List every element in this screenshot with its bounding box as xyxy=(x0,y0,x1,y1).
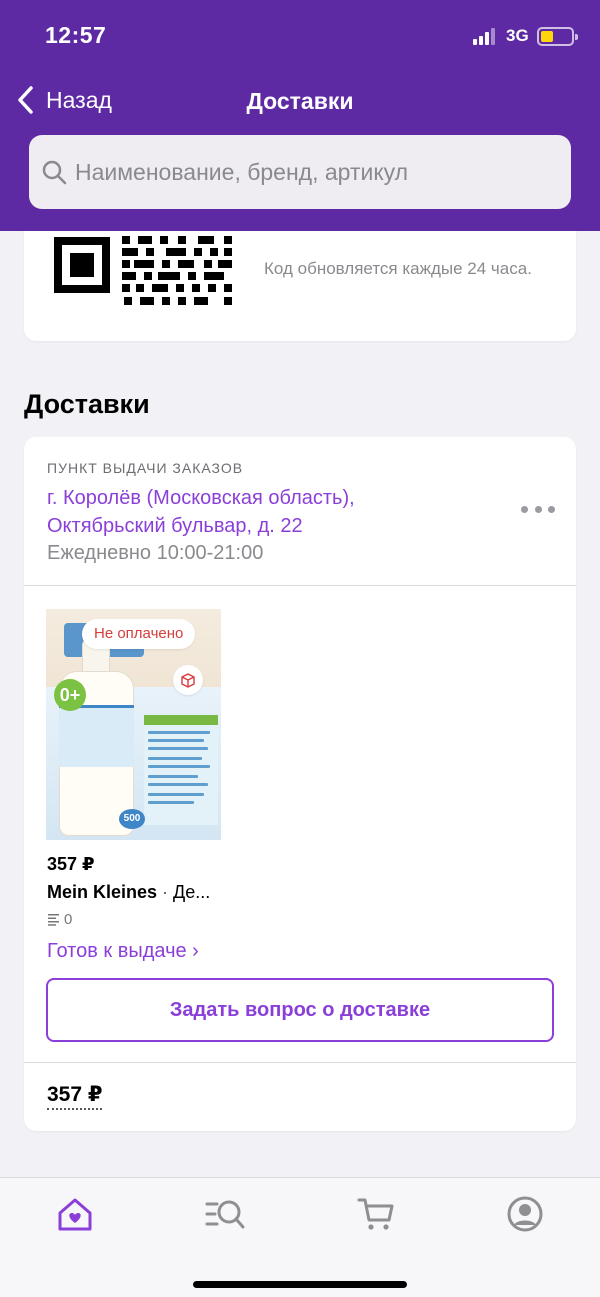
delivery-status-link[interactable]: Готов к выдаче › xyxy=(47,940,199,963)
product-image[interactable]: 0+ 500 Не оплачено xyxy=(46,609,221,840)
tab-bar xyxy=(0,1177,600,1297)
status-bar: 12:57 3G xyxy=(0,0,600,72)
tab-profile[interactable] xyxy=(505,1194,545,1234)
divider xyxy=(24,585,576,586)
qr-code-image xyxy=(54,220,232,305)
profile-icon xyxy=(507,1196,543,1232)
section-title: Доставки xyxy=(24,389,150,419)
list-icon xyxy=(48,914,59,926)
more-options-button[interactable] xyxy=(521,497,555,521)
battery-icon xyxy=(537,27,578,46)
search-icon xyxy=(42,160,67,185)
age-zero-plus-icon: 0+ xyxy=(54,679,86,711)
pickup-address[interactable]: г. Королёв (Московская область), Октябрь… xyxy=(47,484,477,540)
network-type: 3G xyxy=(506,26,529,45)
qr-caption: Код обновляется каждые 24 часа. xyxy=(264,259,532,278)
catalog-search-icon xyxy=(205,1200,245,1229)
home-icon xyxy=(58,1198,92,1231)
home-indicator xyxy=(193,1281,407,1288)
cart-icon xyxy=(357,1198,394,1230)
tab-home[interactable] xyxy=(55,1194,95,1234)
pickup-point-label: ПУНКТ ВЫДАЧИ ЗАКАЗОВ xyxy=(47,460,244,476)
product-title: Де... xyxy=(173,882,211,902)
page-title: Доставки xyxy=(246,88,354,114)
nav-bar: Назад Доставки xyxy=(0,72,600,132)
dot-icon xyxy=(534,505,542,513)
feedback-count-value: 0 xyxy=(64,911,73,928)
product-price: 357 ₽ xyxy=(47,854,95,874)
dot-icon xyxy=(548,505,555,513)
product-name[interactable]: Mein Kleines · Де... xyxy=(47,882,210,903)
search-bar[interactable] xyxy=(29,135,571,209)
tab-catalog-search[interactable] xyxy=(205,1194,245,1234)
box-return-icon xyxy=(173,665,203,695)
feedback-count: 0 xyxy=(47,911,72,928)
delivery-card: ПУНКТ ВЫДАЧИ ЗАКАЗОВ г. Королёв (Московс… xyxy=(24,437,576,1131)
divider xyxy=(24,1062,576,1063)
search-input[interactable] xyxy=(75,158,555,186)
status-time: 12:57 xyxy=(45,22,107,48)
ask-question-button[interactable]: Задать вопрос о доставке xyxy=(46,978,554,1042)
product-brand: Mein Kleines xyxy=(47,882,158,902)
dot-icon xyxy=(521,505,528,513)
header: 12:57 3G Назад Доставки xyxy=(0,0,600,231)
working-hours: Ежедневно 10:00-21:00 xyxy=(47,542,264,564)
order-total[interactable]: 357 ₽ xyxy=(47,1082,103,1110)
tab-cart[interactable] xyxy=(356,1194,396,1234)
name-separator: · xyxy=(157,882,174,902)
signal-icon xyxy=(473,28,499,45)
unpaid-badge: Не оплачено xyxy=(82,619,196,649)
